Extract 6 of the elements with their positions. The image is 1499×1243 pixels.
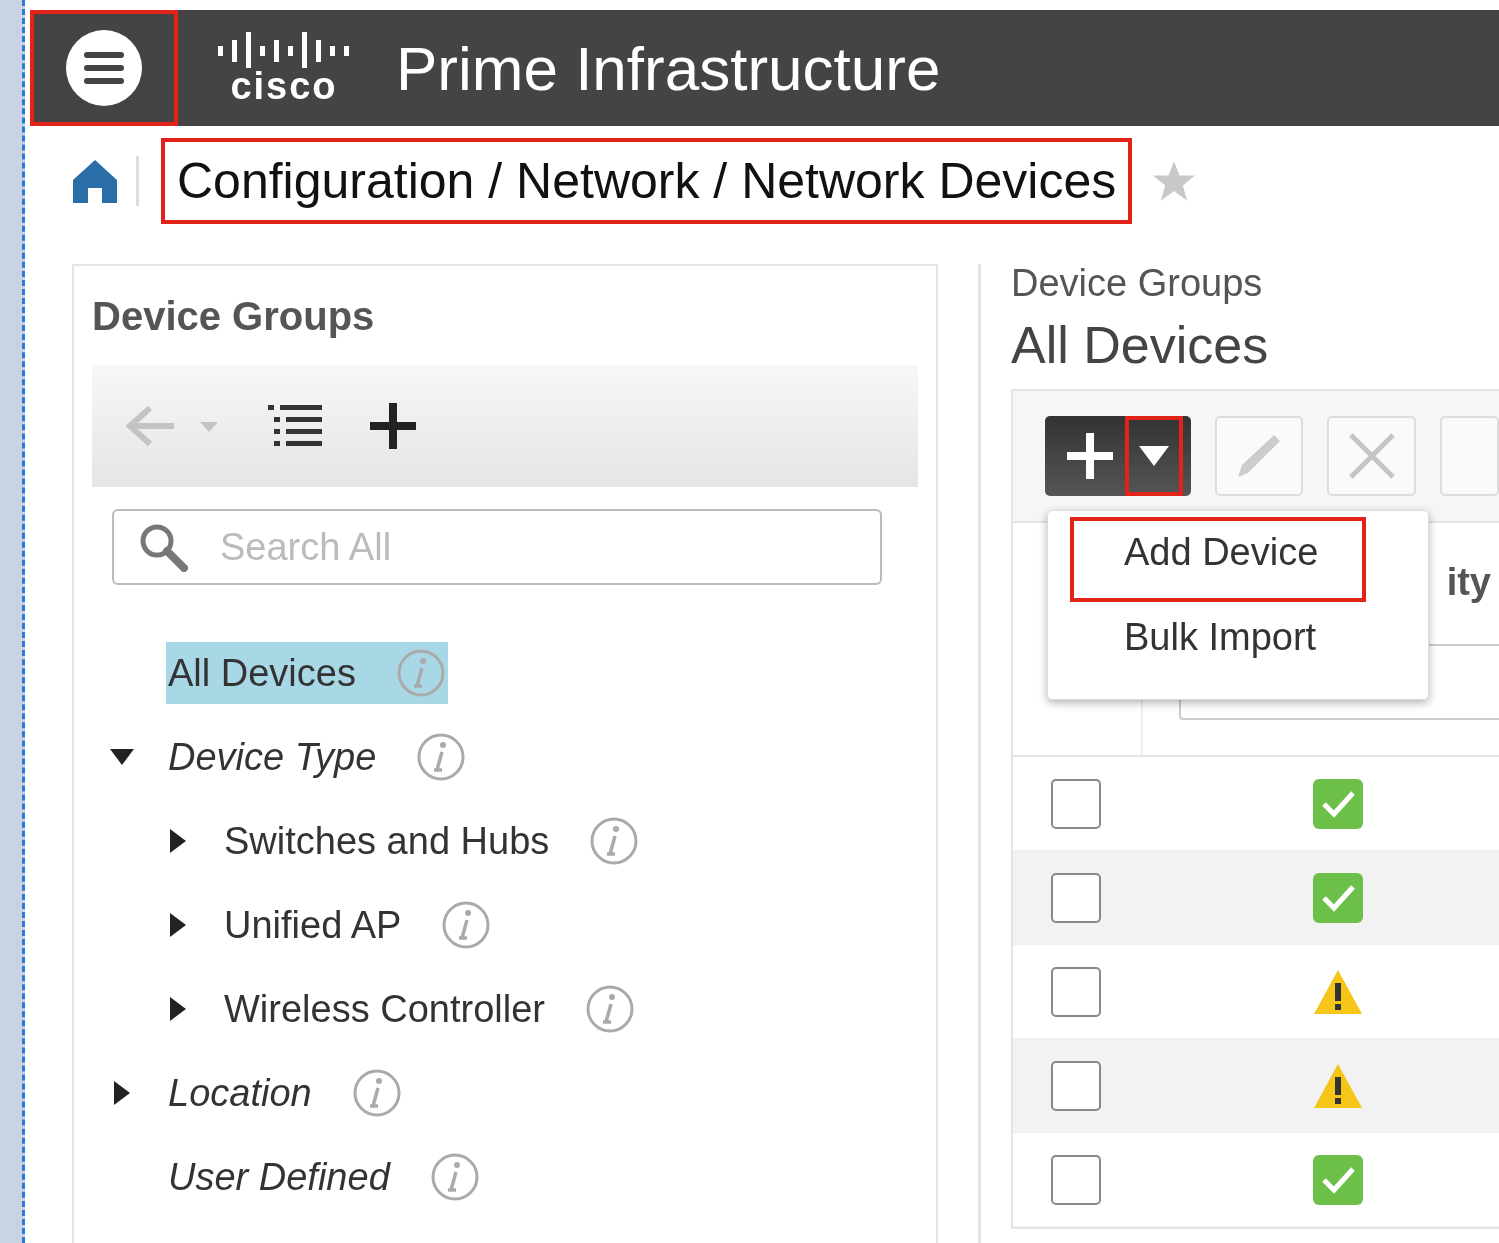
logo-text: cisco	[230, 68, 338, 104]
breadcrumb: Configuration / Network / Network Devices	[161, 138, 1133, 224]
group-title: All Devices	[1011, 315, 1270, 375]
section-label: Device Groups	[1011, 262, 1264, 305]
app-title: Prime Infrastructure	[396, 32, 941, 104]
panel-title: Device Groups	[92, 294, 376, 339]
